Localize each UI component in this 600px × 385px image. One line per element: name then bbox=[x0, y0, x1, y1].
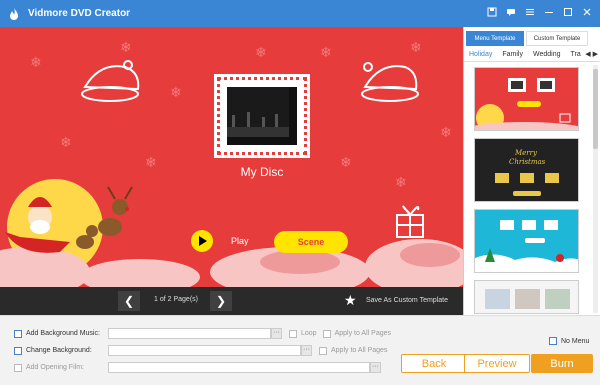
chevron-right-icon: ❯ bbox=[215, 294, 227, 308]
background-music-field[interactable] bbox=[108, 328, 271, 339]
svg-text:❄: ❄ bbox=[60, 135, 72, 151]
save-icon[interactable] bbox=[486, 6, 497, 17]
menu-preview: ❄ ❄ ❄ ❄ ❄ ❄ ❄ ❄ ❄ ❄ ❄ My Disc Play Scene bbox=[0, 27, 463, 287]
svg-text:❄: ❄ bbox=[395, 175, 407, 191]
maximize-icon[interactable] bbox=[562, 6, 573, 17]
template-thumb-christmas-red[interactable] bbox=[474, 67, 579, 131]
thumb-christmas-text: Christmas bbox=[509, 158, 546, 166]
thumb-merry-text: Merry bbox=[514, 149, 538, 157]
change-background-checkbox[interactable] bbox=[14, 346, 22, 355]
burn-button[interactable]: Burn bbox=[531, 354, 593, 373]
options-panel: Add Background Music: ··· Loop Apply to … bbox=[0, 315, 600, 385]
opening-film-row: Add Opening Film: ··· bbox=[14, 362, 381, 373]
app-title: Vidmore DVD Creator bbox=[28, 8, 131, 19]
browse-opening-film-button[interactable]: ··· bbox=[370, 362, 381, 373]
template-thumb-merry-christmas[interactable]: Merry Christmas bbox=[474, 138, 579, 202]
template-thumb-winter-blue[interactable] bbox=[474, 209, 579, 273]
template-preview-image bbox=[475, 68, 578, 130]
tab-menu-template[interactable]: Menu Template bbox=[466, 31, 524, 46]
prev-page-button[interactable]: ❮ bbox=[118, 291, 140, 311]
svg-text:❄: ❄ bbox=[170, 85, 182, 101]
category-tabs: Holiday Family Wedding Tra ◀ ▶ bbox=[464, 48, 600, 62]
apply-background-all-pages-checkbox[interactable] bbox=[319, 346, 327, 355]
svg-text:❄: ❄ bbox=[145, 155, 157, 171]
disc-title[interactable]: My Disc bbox=[200, 165, 324, 179]
category-scroll-arrows-icon[interactable]: ◀ ▶ bbox=[585, 50, 598, 58]
no-menu-label: No Menu bbox=[561, 337, 590, 345]
apply-music-option: Apply to All Pages bbox=[322, 329, 392, 338]
template-panel: Menu Template Custom Template Holiday Fa… bbox=[463, 27, 600, 315]
template-preview-image bbox=[475, 210, 578, 272]
video-thumbnail-image bbox=[227, 87, 289, 137]
template-preview-image bbox=[475, 281, 578, 313]
apply-music-all-pages-label: Apply to All Pages bbox=[334, 330, 392, 337]
svg-text:❄: ❄ bbox=[120, 40, 132, 56]
template-list: Merry Christmas bbox=[464, 63, 600, 315]
no-menu-checkbox[interactable] bbox=[549, 337, 557, 345]
opening-film-label: Add Opening Film: bbox=[26, 364, 84, 371]
tab-custom-template[interactable]: Custom Template bbox=[526, 31, 588, 46]
app-logo-icon bbox=[10, 7, 18, 20]
browse-music-button[interactable]: ··· bbox=[271, 328, 282, 339]
title-bar: Vidmore DVD Creator bbox=[0, 0, 600, 27]
no-menu-option: No Menu bbox=[549, 337, 589, 345]
background-music-checkbox[interactable] bbox=[14, 329, 22, 338]
change-background-row: Change Background: ··· Apply to All Page… bbox=[14, 345, 387, 356]
loop-checkbox[interactable] bbox=[289, 329, 297, 338]
background-music-row: Add Background Music: ··· Loop Apply to … bbox=[14, 328, 391, 339]
back-button[interactable]: Back bbox=[401, 354, 467, 373]
menu-icon[interactable] bbox=[524, 6, 535, 17]
christmas-background: ❄ ❄ ❄ ❄ ❄ ❄ ❄ ❄ ❄ ❄ ❄ bbox=[0, 40, 463, 287]
preview-button[interactable]: Preview bbox=[464, 354, 530, 373]
change-background-field[interactable] bbox=[108, 345, 301, 356]
svg-text:❄: ❄ bbox=[255, 45, 267, 61]
category-family[interactable]: Family bbox=[497, 51, 528, 58]
svg-text:❄: ❄ bbox=[410, 40, 422, 56]
star-icon[interactable]: ★ bbox=[344, 293, 359, 308]
scene-button[interactable]: Scene bbox=[274, 231, 348, 253]
page-navigation-bar: ❮ 1 of 2 Page(s) ❯ ★ Save As Custom Temp… bbox=[0, 287, 463, 315]
svg-text:❄: ❄ bbox=[320, 45, 332, 61]
opening-film-field[interactable] bbox=[108, 362, 370, 373]
template-preview-image: Merry Christmas bbox=[475, 139, 578, 201]
loop-option: Loop bbox=[289, 329, 317, 338]
feedback-icon[interactable] bbox=[505, 6, 516, 17]
minimize-icon[interactable] bbox=[543, 6, 554, 17]
apply-music-all-pages-checkbox[interactable] bbox=[322, 329, 331, 338]
change-background-label: Change Background: bbox=[26, 347, 92, 354]
svg-text:❄: ❄ bbox=[440, 125, 452, 141]
svg-text:❄: ❄ bbox=[340, 155, 352, 171]
play-label[interactable]: Play bbox=[231, 236, 249, 246]
close-icon[interactable] bbox=[581, 6, 592, 17]
opening-film-checkbox[interactable] bbox=[14, 363, 22, 372]
disc-thumbnail bbox=[227, 87, 297, 145]
category-travel[interactable]: Tra bbox=[566, 51, 586, 58]
svg-text:❄: ❄ bbox=[30, 55, 42, 71]
apply-background-option: Apply to All Pages bbox=[319, 346, 388, 355]
browse-background-button[interactable]: ··· bbox=[301, 345, 312, 356]
play-icon[interactable] bbox=[191, 230, 213, 252]
template-thumb-more[interactable] bbox=[474, 280, 579, 314]
background-music-label: Add Background Music: bbox=[26, 330, 100, 337]
next-page-button[interactable]: ❯ bbox=[210, 291, 232, 311]
apply-background-all-pages-label: Apply to All Pages bbox=[331, 347, 388, 354]
category-wedding[interactable]: Wedding bbox=[528, 51, 566, 58]
category-holiday[interactable]: Holiday bbox=[464, 51, 497, 58]
loop-label: Loop bbox=[301, 330, 317, 337]
disc-thumbnail-frame[interactable] bbox=[214, 74, 310, 158]
chevron-left-icon: ❮ bbox=[123, 294, 135, 308]
template-scrollbar-thumb[interactable] bbox=[593, 69, 598, 149]
save-as-custom-template-button[interactable]: Save As Custom Template bbox=[366, 297, 448, 304]
page-indicator: 1 of 2 Page(s) bbox=[154, 296, 198, 303]
